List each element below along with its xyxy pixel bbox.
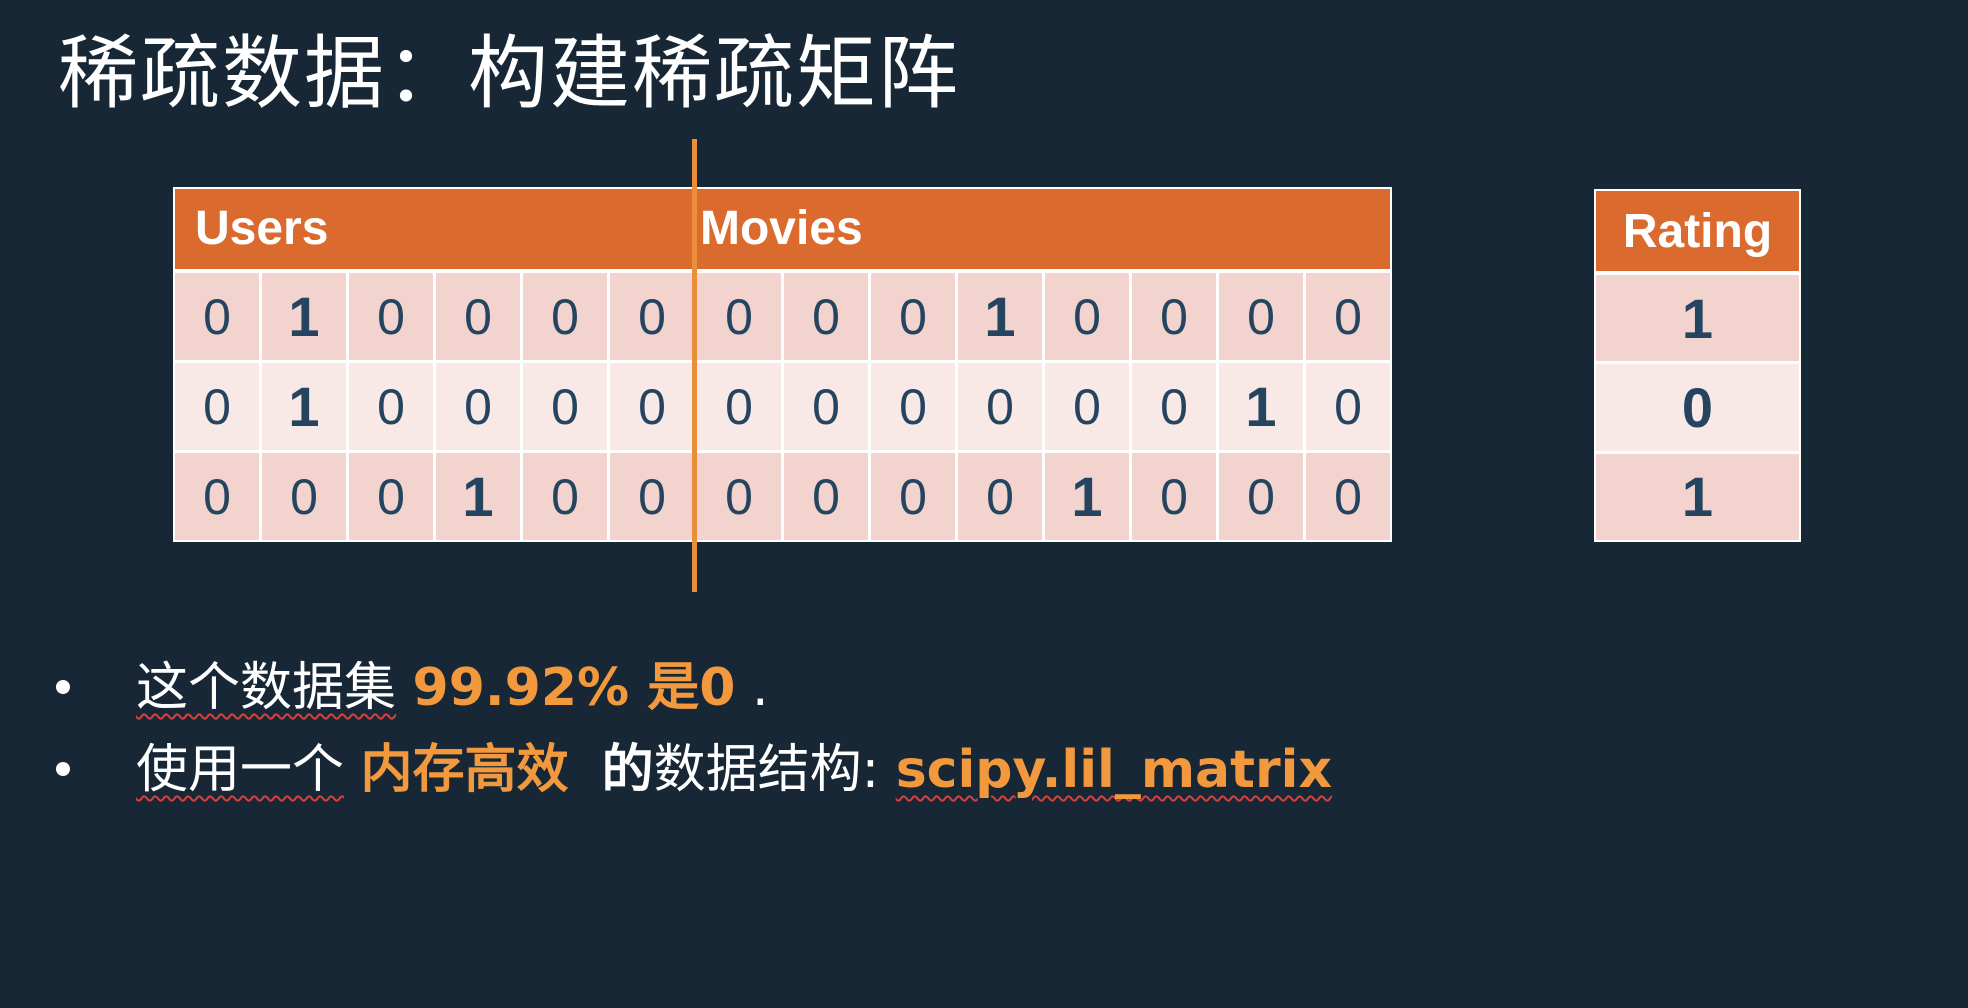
table-cell: 0 xyxy=(610,453,694,540)
rating-table: Rating 101 xyxy=(1594,189,1801,542)
bullet-text: 使用一个 内存高效 的数据结构: scipy.lil_matrix xyxy=(136,730,1332,810)
table-cell: 1 xyxy=(436,453,520,540)
table-cell: 0 xyxy=(1306,363,1390,450)
table-cell: 0 xyxy=(1132,363,1216,450)
table-cell: 0 xyxy=(436,273,520,360)
bullet-dot-icon xyxy=(56,680,70,694)
bullet-middle: 数据结构: xyxy=(653,740,880,800)
table-cell: 0 xyxy=(784,453,868,540)
table-cell: 0 xyxy=(175,453,259,540)
movies-header-label: Movies xyxy=(700,202,863,255)
table-cell: 0 xyxy=(349,453,433,540)
bullet-text: 这个数据集 99.92% 是0 . xyxy=(136,648,768,728)
table-cell: 0 xyxy=(871,363,955,450)
table-cell: 0 xyxy=(436,363,520,450)
table-cell: 0 xyxy=(784,363,868,450)
table-cell: 0 xyxy=(1132,453,1216,540)
table-cell: 0 xyxy=(697,273,781,360)
table-header-bar: Users Movies xyxy=(175,189,1390,269)
table-cell: 0 xyxy=(610,363,694,450)
bullet-code: scipy.lil_matrix xyxy=(895,740,1333,800)
user-movie-matrix-table: Users Movies 010000000100000100000000001… xyxy=(173,187,1392,542)
rating-cell: 1 xyxy=(1596,453,1799,540)
table-cell: 0 xyxy=(523,363,607,450)
table-cell: 0 xyxy=(523,273,607,360)
table-cell: 0 xyxy=(175,363,259,450)
bullet-suffix: . xyxy=(735,658,769,718)
table-cell: 0 xyxy=(262,453,346,540)
table-cell: 0 xyxy=(958,363,1042,450)
bullet-bold-word: 的 xyxy=(601,740,654,800)
table-cell: 0 xyxy=(175,273,259,360)
table-cell: 0 xyxy=(1045,273,1129,360)
table-cell: 0 xyxy=(1306,453,1390,540)
bullet-dot-icon xyxy=(56,762,70,776)
table-cell: 0 xyxy=(697,363,781,450)
table-cell: 1 xyxy=(1045,453,1129,540)
rating-cell: 1 xyxy=(1596,275,1799,362)
table-cell: 0 xyxy=(1132,273,1216,360)
table-cell: 0 xyxy=(349,363,433,450)
bullet-highlight: 99.92% 是0 xyxy=(412,658,736,718)
table-cell: 0 xyxy=(523,453,607,540)
bullet-highlight: 内存高效 xyxy=(360,740,569,800)
rating-header-label: Rating xyxy=(1596,191,1799,271)
users-header-label: Users xyxy=(195,202,329,255)
table-cell: 0 xyxy=(784,273,868,360)
table-cell: 0 xyxy=(871,273,955,360)
table-cell: 0 xyxy=(871,453,955,540)
table-cell: 1 xyxy=(262,363,346,450)
bullet-prefix: 使用一个 xyxy=(136,740,345,800)
table-cell: 0 xyxy=(1306,273,1390,360)
matrix-grid: 0100000001000001000000000010000100000010… xyxy=(175,273,1390,540)
rating-grid: 101 xyxy=(1596,275,1799,540)
slide-title: 稀疏数据：构建稀疏矩阵 xyxy=(58,27,960,120)
table-cell: 1 xyxy=(262,273,346,360)
table-cell: 0 xyxy=(610,273,694,360)
rating-cell: 0 xyxy=(1596,364,1799,451)
table-cell: 0 xyxy=(1219,453,1303,540)
table-cell: 0 xyxy=(1045,363,1129,450)
table-cell: 0 xyxy=(697,453,781,540)
table-cell: 0 xyxy=(958,453,1042,540)
table-cell: 1 xyxy=(958,273,1042,360)
users-movies-divider xyxy=(692,139,697,592)
bullet-prefix: 这个数据集 xyxy=(136,658,397,718)
table-cell: 0 xyxy=(1219,273,1303,360)
table-cell: 1 xyxy=(1219,363,1303,450)
table-cell: 0 xyxy=(349,273,433,360)
